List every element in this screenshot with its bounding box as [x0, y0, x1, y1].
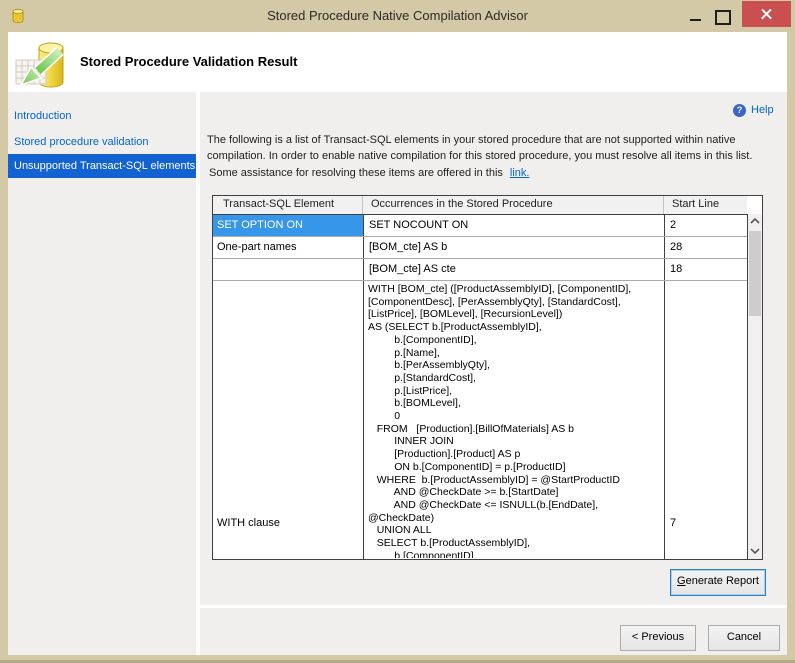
unsupported-elements-table: Transact-SQL Element Occurrences in the … [212, 195, 763, 560]
table-cell-startline-row4[interactable]: 7 [665, 281, 747, 558]
maximize-button[interactable] [712, 8, 732, 26]
table-scrollbar[interactable] [748, 214, 762, 559]
minimize-icon [690, 19, 701, 21]
window-border-left [0, 32, 8, 663]
table-cell-startline-row2[interactable]: 28 [665, 237, 747, 258]
help-icon: ? [733, 104, 746, 117]
previous-button[interactable]: < Previous [620, 625, 696, 651]
scroll-up-icon[interactable] [748, 214, 762, 229]
table-cell-element-row2[interactable]: One-part names [213, 237, 363, 258]
assistance-link[interactable]: link. [510, 167, 530, 179]
close-button[interactable] [742, 1, 791, 27]
wizard-sidebar: Introduction Stored procedure validation… [8, 92, 196, 655]
sidebar-item-unsupported-transact-sql-elements[interactable]: Unsupported Transact-SQL elements [8, 154, 196, 178]
generate-report-button[interactable]: Generate Report [670, 569, 766, 596]
window-title: Stored Procedure Native Compilation Advi… [0, 0, 795, 32]
minimize-button[interactable] [686, 8, 706, 26]
maximize-icon [715, 10, 731, 25]
window-border-right [787, 32, 795, 663]
table-cell-occurrence-row2[interactable]: [BOM_cte] AS b [364, 237, 664, 258]
stored-procedure-validation-icon [14, 38, 66, 90]
table-cell-element-row1[interactable]: SET OPTION ON [213, 215, 363, 236]
column-header-element[interactable]: Transact-SQL Element [213, 196, 363, 214]
scroll-down-icon[interactable] [748, 544, 762, 559]
page-title: Stored Procedure Validation Result [80, 54, 297, 69]
cancel-button[interactable]: Cancel [708, 625, 780, 651]
sidebar-item-introduction[interactable]: Introduction [8, 104, 196, 128]
column-header-occurrences[interactable]: Occurrences in the Stored Procedure [363, 196, 664, 214]
help-label: Help [751, 104, 774, 116]
footer-divider [200, 605, 787, 608]
table-cell-occurrence-row4[interactable]: WITH [BOM_cte] ([ProductAssemblyID], [Co… [364, 281, 663, 558]
table-cell-occurrence-row3[interactable]: [BOM_cte] AS cte [364, 259, 664, 280]
table-cell-occurrence-row1[interactable]: SET NOCOUNT ON [364, 215, 664, 236]
table-cell-element-row4[interactable]: WITH clause [213, 281, 363, 558]
table-cell-startline-row1[interactable]: 2 [665, 215, 747, 236]
table-cell-element-row3[interactable] [213, 259, 363, 280]
table-cell-startline-row3[interactable]: 18 [665, 259, 747, 280]
scrollbar-thumb[interactable] [749, 231, 761, 316]
column-header-start-line[interactable]: Start Line [664, 196, 747, 214]
description-text: The following is a list of Transact-SQL … [207, 132, 775, 164]
sidebar-item-stored-procedure-validation[interactable]: Stored procedure validation [8, 130, 196, 154]
assistance-text: Some assistance for resolving these item… [209, 167, 777, 179]
